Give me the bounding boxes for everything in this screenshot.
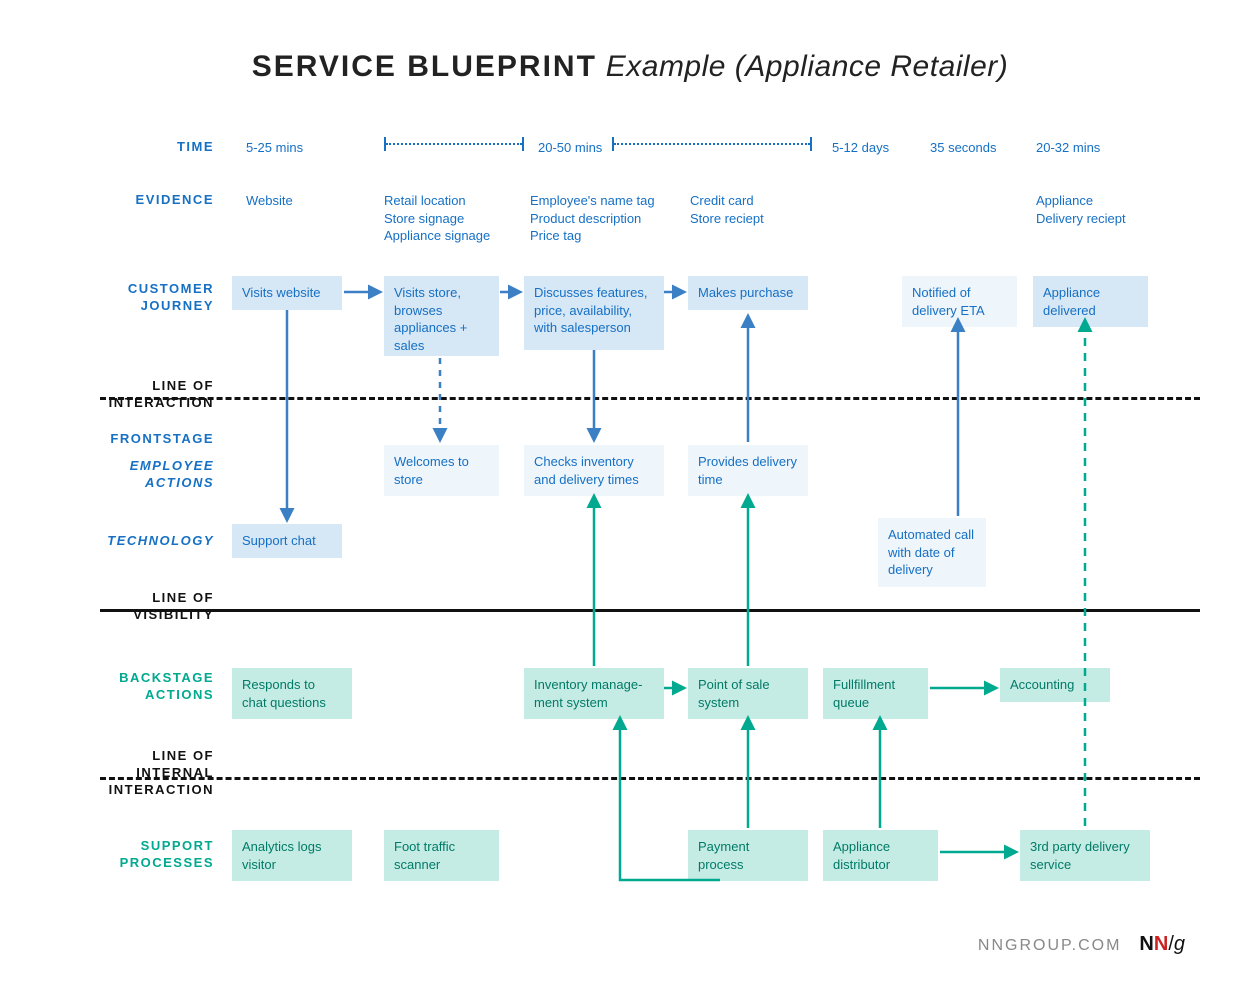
time-c5: 5-12 days	[832, 139, 889, 157]
row-label-customer-journey: CUSTOMERJOURNEY	[0, 281, 214, 315]
row-label-backstage: BACKSTAGEACTIONS	[0, 670, 214, 704]
sup-c2: Foot traffic scanner	[384, 830, 499, 881]
back-c7: Accounting	[1000, 668, 1110, 702]
footer-site: NNGROUP.COM	[978, 937, 1122, 955]
emp-c2: Welcomes to store	[384, 445, 499, 496]
sup-c4: Payment process	[688, 830, 808, 881]
evidence-c1: Website	[246, 192, 293, 210]
row-label-evidence: EVIDENCE	[0, 192, 214, 209]
back-c3: Inventory manage-ment system	[524, 668, 664, 719]
nng-logo: NN/g	[1139, 933, 1185, 956]
time-span-right	[612, 137, 812, 151]
journey-c6: Notified of delivery ETA	[902, 276, 1017, 327]
sup-c1: Analytics logs visitor	[232, 830, 352, 881]
row-label-frontstage: FRONTSTAGE	[0, 431, 214, 448]
time-c7: 20-32 mins	[1036, 139, 1100, 157]
time-c6: 35 seconds	[930, 139, 997, 157]
tech-c1: Support chat	[232, 524, 342, 558]
back-c5: Fullfillment queue	[823, 668, 928, 719]
row-label-technology: TECHNOLOGY	[0, 533, 214, 550]
sup-c7: 3rd party delivery service	[1020, 830, 1150, 881]
row-label-line-interaction: LINE OFINTERACTION	[0, 378, 214, 412]
line-of-visibility	[100, 609, 1200, 612]
journey-c3: Discusses features, price, availability,…	[524, 276, 664, 350]
footer: NNGROUP.COM NN/g	[978, 933, 1185, 956]
journey-c1: Visits website	[232, 276, 342, 310]
row-label-line-visibility: LINE OFVISIBILITY	[0, 590, 214, 624]
title-bold: SERVICE BLUEPRINT	[252, 50, 597, 83]
row-label-employee-actions: EMPLOYEEACTIONS	[0, 458, 214, 492]
journey-c7: Appliance delivered	[1033, 276, 1148, 327]
line-of-internal-interaction	[100, 777, 1200, 780]
row-label-time: TIME	[0, 139, 214, 156]
tech-c6: Automated call with date of delivery	[878, 518, 986, 587]
time-span-label: 20-50 mins	[538, 139, 602, 157]
title-italic: Example (Appliance Retailer)	[606, 50, 1009, 83]
journey-c2: Visits store, browses appliances + sales	[384, 276, 499, 356]
time-c1: 5-25 mins	[246, 139, 303, 157]
row-label-line-internal: LINE OFINTERNALINTERACTION	[0, 748, 214, 799]
page-title: SERVICE BLUEPRINT Example (Appliance Ret…	[0, 50, 1260, 84]
back-c1: Responds to chat questions	[232, 668, 352, 719]
evidence-c2: Retail location Store signage Appliance …	[384, 192, 490, 245]
emp-c3: Checks inventory and delivery times	[524, 445, 664, 496]
journey-c4: Makes purchase	[688, 276, 808, 310]
evidence-c7: Appliance Delivery reciept	[1036, 192, 1126, 227]
back-c4: Point of sale system	[688, 668, 808, 719]
emp-c4: Provides delivery time	[688, 445, 808, 496]
row-label-support: SUPPORTPROCESSES	[0, 838, 214, 872]
time-span-left	[384, 137, 524, 151]
evidence-c3: Employee's name tag Product description …	[530, 192, 655, 245]
sup-c5: Appliance distributor	[823, 830, 938, 881]
evidence-c4: Credit card Store reciept	[690, 192, 764, 227]
line-of-interaction	[100, 397, 1200, 400]
